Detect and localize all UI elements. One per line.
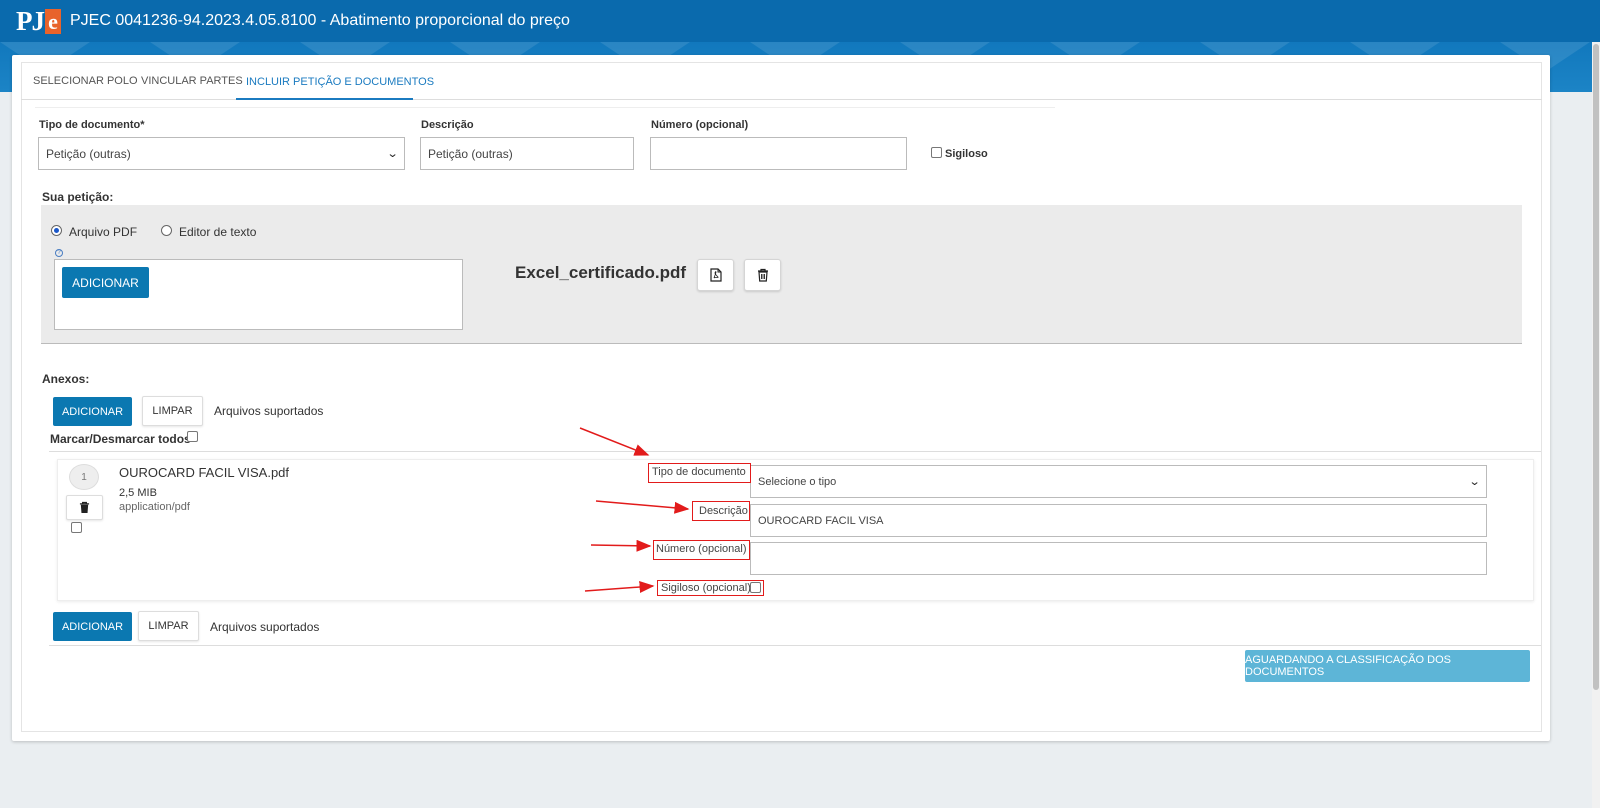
annotation-arrows (579, 427, 690, 593)
divider (49, 645, 1541, 646)
arquivos-suportados-bottom-link[interactable]: Arquivos suportados (210, 620, 319, 634)
annotation-arrow (579, 427, 650, 456)
annotation-arrow (595, 500, 690, 514)
annotation-arrow (590, 539, 652, 552)
status-button[interactable]: AGUARDANDO A CLASSIFICAÇÃO DOS DOCUMENTO… (1245, 650, 1530, 682)
adicionar-anexo-bottom-button[interactable]: ADICIONAR (53, 612, 132, 641)
limpar-anexos-bottom-button[interactable]: LIMPAR (138, 611, 199, 641)
annotation-arrow (584, 581, 655, 593)
